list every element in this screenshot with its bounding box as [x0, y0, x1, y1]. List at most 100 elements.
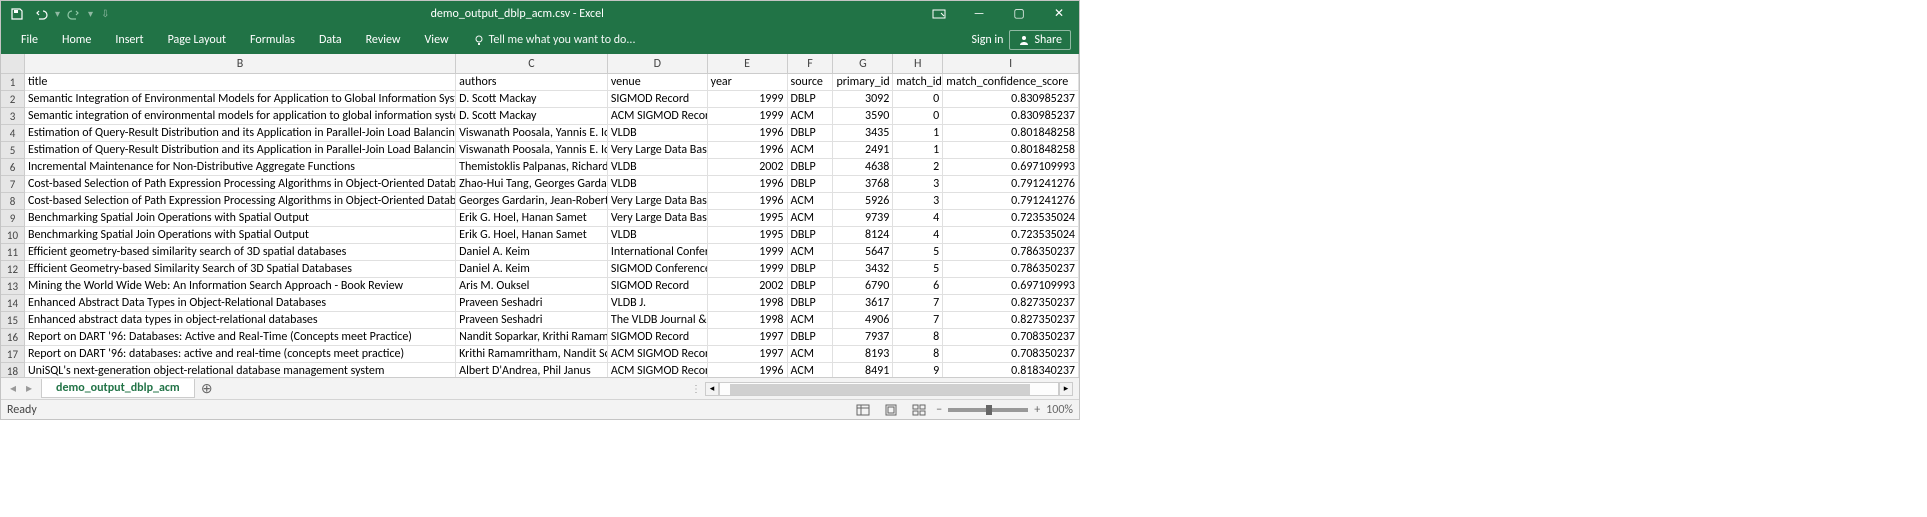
cell[interactable]: D. Scott Mackay [456, 91, 608, 108]
tab-data[interactable]: Data [307, 27, 354, 53]
cell[interactable]: 3590 [833, 108, 893, 125]
cell[interactable]: SIGMOD Record [608, 91, 708, 108]
cell[interactable]: 3092 [833, 91, 893, 108]
tab-view[interactable]: View [413, 27, 461, 53]
cell[interactable]: DBLP [788, 278, 834, 295]
zoom-in-icon[interactable]: + [1034, 403, 1040, 417]
cell[interactable]: DBLP [788, 261, 834, 278]
cell[interactable]: 2491 [833, 142, 893, 159]
cell[interactable]: 7937 [833, 329, 893, 346]
cell[interactable]: SIGMOD Record [608, 278, 708, 295]
cell[interactable]: 3435 [833, 125, 893, 142]
cell[interactable]: 1996 [708, 142, 788, 159]
cell[interactable]: 0.830985237 [943, 108, 1079, 125]
cell[interactable]: DBLP [788, 91, 834, 108]
cell[interactable]: Very Large Data Bases [608, 193, 708, 210]
cell[interactable]: International Conference [608, 244, 708, 261]
close-icon[interactable]: ✕ [1039, 1, 1079, 26]
cell[interactable]: Enhanced abstract data types in object-r… [25, 312, 456, 329]
save-icon[interactable] [7, 4, 27, 24]
cell[interactable]: 4906 [833, 312, 893, 329]
cell[interactable]: DBLP [788, 295, 834, 312]
cell[interactable]: venue [608, 74, 708, 91]
cell[interactable]: 5926 [833, 193, 893, 210]
cell[interactable]: 0.827350237 [943, 312, 1079, 329]
sheet-nav-next-icon[interactable]: ▸ [21, 381, 37, 396]
cell[interactable]: 9739 [833, 210, 893, 227]
zoom-slider[interactable] [948, 408, 1028, 412]
add-sheet-icon[interactable]: ⊕ [195, 380, 219, 397]
cell[interactable]: Very Large Data Bases [608, 142, 708, 159]
col-header-G[interactable]: G [833, 54, 893, 73]
row-header[interactable]: 14 [1, 295, 25, 312]
cell[interactable]: D. Scott Mackay [456, 108, 608, 125]
cell[interactable]: Daniel A. Keim [456, 261, 608, 278]
cell[interactable]: Report on DART '96: Databases: Active an… [25, 329, 456, 346]
cell[interactable]: ACM [788, 244, 834, 261]
cell[interactable]: 1995 [708, 227, 788, 244]
zoom-out-icon[interactable]: − [936, 403, 942, 417]
cell[interactable]: 5647 [833, 244, 893, 261]
cell[interactable]: Benchmarking Spatial Join Operations wit… [25, 210, 456, 227]
cell[interactable]: authors [456, 74, 608, 91]
cell[interactable]: 6 [893, 278, 943, 295]
cell[interactable]: 0.801848258 [943, 125, 1079, 142]
cell[interactable]: 3617 [833, 295, 893, 312]
cell[interactable]: Viswanath Poosala, Yannis E. Ioannidis [456, 125, 608, 142]
col-header-B[interactable]: B [25, 54, 456, 73]
cell[interactable]: 7 [893, 312, 943, 329]
cell[interactable]: 4 [893, 210, 943, 227]
cell[interactable]: Estimation of Query-Result Distribution … [25, 125, 456, 142]
cell[interactable]: 0.786350237 [943, 261, 1079, 278]
select-all-corner[interactable] [1, 54, 25, 73]
cell[interactable]: 2 [893, 159, 943, 176]
cell[interactable]: 8 [893, 346, 943, 363]
row-header[interactable]: 12 [1, 261, 25, 278]
cell[interactable]: ACM [788, 312, 834, 329]
row-header[interactable]: 16 [1, 329, 25, 346]
cell[interactable]: Report on DART '96: databases: active an… [25, 346, 456, 363]
cell[interactable]: Praveen Seshadri [456, 312, 608, 329]
cell[interactable]: VLDB [608, 125, 708, 142]
tab-page-layout[interactable]: Page Layout [156, 27, 238, 53]
cell[interactable]: Incremental Maintenance for Non-Distribu… [25, 159, 456, 176]
cell[interactable]: SIGMOD Conference [608, 261, 708, 278]
cell[interactable]: 6790 [833, 278, 893, 295]
col-header-E[interactable]: E [708, 54, 788, 73]
cell[interactable]: 1 [893, 142, 943, 159]
tab-formulas[interactable]: Formulas [238, 27, 307, 53]
row-header[interactable]: 11 [1, 244, 25, 261]
redo-icon[interactable] [64, 4, 84, 24]
cell[interactable]: source [788, 74, 834, 91]
row-header[interactable]: 3 [1, 108, 25, 125]
cell[interactable]: 0.827350237 [943, 295, 1079, 312]
cell[interactable]: Praveen Seshadri [456, 295, 608, 312]
row-header[interactable]: 15 [1, 312, 25, 329]
cell[interactable]: Estimation of Query-Result Distribution … [25, 142, 456, 159]
cell[interactable]: Semantic integration of environmental mo… [25, 108, 456, 125]
tell-me-search[interactable]: Tell me what you want to do... [473, 33, 636, 47]
cell[interactable]: 1997 [708, 346, 788, 363]
cell[interactable]: 1999 [708, 91, 788, 108]
cell[interactable]: Cost-based Selection of Path Expression … [25, 176, 456, 193]
cell[interactable]: 0.723535024 [943, 227, 1079, 244]
cell[interactable]: VLDB [608, 227, 708, 244]
cell[interactable]: Efficient geometry-based similarity sear… [25, 244, 456, 261]
hscroll-split-icon[interactable]: ⋮ [691, 382, 701, 395]
cell[interactable]: 1996 [708, 125, 788, 142]
cell[interactable]: Benchmarking Spatial Join Operations wit… [25, 227, 456, 244]
cell[interactable]: ACM [788, 193, 834, 210]
cell[interactable]: DBLP [788, 227, 834, 244]
horizontal-scrollbar[interactable] [719, 382, 1059, 396]
sheet-nav-prev-icon[interactable]: ◂ [5, 381, 21, 396]
cell[interactable]: 0.791241276 [943, 176, 1079, 193]
tab-home[interactable]: Home [50, 27, 103, 53]
hscroll-right-icon[interactable]: ▸ [1059, 382, 1073, 396]
col-header-C[interactable]: C [456, 54, 608, 73]
cell[interactable]: VLDB [608, 176, 708, 193]
cell[interactable]: ACM [788, 346, 834, 363]
col-header-D[interactable]: D [608, 54, 708, 73]
cell[interactable]: Erik G. Hoel, Hanan Samet [456, 227, 608, 244]
row-header[interactable]: 8 [1, 193, 25, 210]
cell[interactable]: ACM [788, 210, 834, 227]
